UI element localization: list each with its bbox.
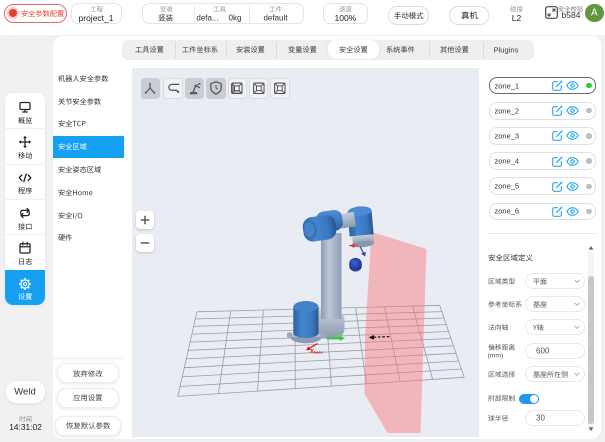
svg-text:Xbase: Xbase [309,349,324,355]
